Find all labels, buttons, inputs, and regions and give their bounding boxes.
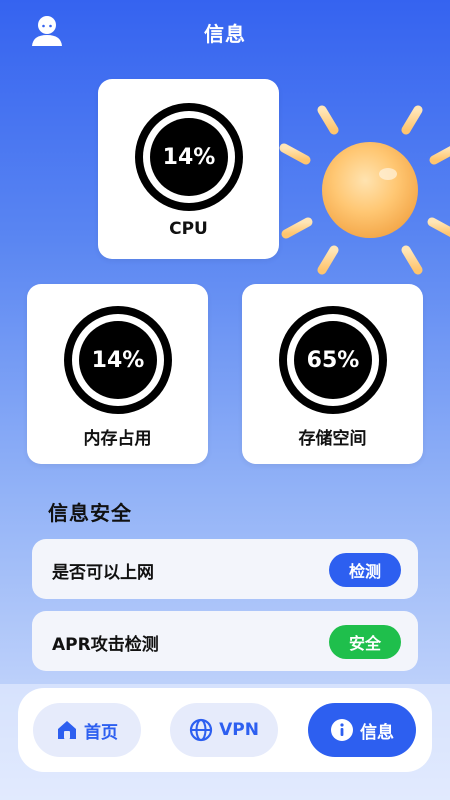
memory-gauge: 14% bbox=[64, 306, 172, 414]
list-item: APR攻击检测 安全 bbox=[32, 611, 418, 671]
nav-item-info[interactable]: 信息 bbox=[308, 703, 416, 757]
home-icon bbox=[58, 721, 76, 739]
memory-card: 14% 内存占用 bbox=[27, 284, 208, 464]
page-title: 信息 bbox=[204, 22, 246, 46]
storage-card: 65% 存储空间 bbox=[242, 284, 423, 464]
cpu-card: 14% CPU bbox=[98, 79, 279, 259]
cpu-value: 14% bbox=[150, 118, 228, 196]
nav-vpn-label: VPN bbox=[219, 720, 259, 740]
nav-item-vpn[interactable]: VPN bbox=[170, 703, 278, 757]
status-badge[interactable]: 安全 bbox=[329, 625, 401, 659]
list-item-label: 是否可以上网 bbox=[52, 563, 154, 583]
bottom-nav: 首页 VPN 信息 bbox=[18, 688, 432, 772]
header: 信息 bbox=[0, 0, 450, 64]
nav-info-label: 信息 bbox=[360, 722, 394, 743]
cpu-gauge: 14% bbox=[135, 103, 243, 211]
check-button[interactable]: 检测 bbox=[329, 553, 401, 587]
nav-item-home[interactable]: 首页 bbox=[33, 703, 141, 757]
info-icon bbox=[331, 719, 353, 741]
memory-label: 内存占用 bbox=[83, 429, 152, 449]
list-item: 是否可以上网 检测 bbox=[32, 539, 418, 599]
nav-home-label: 首页 bbox=[84, 722, 118, 743]
memory-value: 14% bbox=[79, 321, 157, 399]
cpu-label: CPU bbox=[169, 219, 208, 239]
storage-gauge: 65% bbox=[279, 306, 387, 414]
sun-decoration bbox=[275, 89, 450, 285]
storage-value: 65% bbox=[294, 321, 372, 399]
list-item-label: APR攻击检测 bbox=[52, 635, 159, 655]
storage-label: 存储空间 bbox=[298, 429, 367, 449]
section-title: 信息安全 bbox=[48, 501, 132, 525]
globe-icon bbox=[189, 718, 213, 742]
